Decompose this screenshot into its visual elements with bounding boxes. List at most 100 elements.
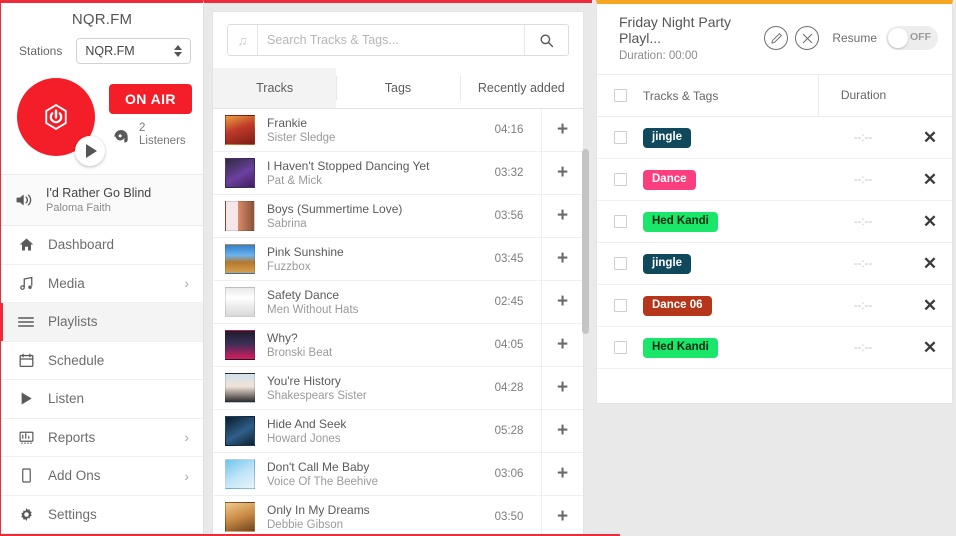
search-icon <box>539 33 554 48</box>
row-tag-cell: Dance 06 <box>643 295 818 316</box>
remove-row-button[interactable]: ✕ <box>908 128 952 148</box>
add-track-button[interactable]: + <box>541 195 583 237</box>
calendar-icon <box>17 353 35 368</box>
track-title: Hide And Seek <box>267 417 477 431</box>
add-track-button[interactable]: + <box>541 152 583 194</box>
track-row[interactable]: Only In My DreamsDebbie Gibson03:50+ <box>213 496 583 536</box>
remove-row-button[interactable]: ✕ <box>908 170 952 190</box>
track-list[interactable]: FrankieSister Sledge04:16+I Haven't Stop… <box>213 109 583 536</box>
station-select[interactable]: NQR.FM <box>76 38 191 64</box>
sidebar-item-listen[interactable]: Listen <box>1 380 203 419</box>
sidebar-item-dashboard[interactable]: Dashboard <box>1 226 203 265</box>
sidebar-item-label: Settings <box>48 507 176 522</box>
now-playing-artist: Paloma Faith <box>46 202 151 214</box>
track-list-scrollbar[interactable] <box>582 149 589 334</box>
tab-tracks[interactable]: Tracks <box>213 68 336 108</box>
remove-row-button[interactable]: ✕ <box>908 338 952 358</box>
add-track-button[interactable]: + <box>541 238 583 280</box>
track-row[interactable]: Safety DanceMen Without Hats02:45+ <box>213 281 583 324</box>
row-tag-cell: jingle <box>643 127 818 148</box>
now-playing-text: I'd Rather Go Blind Paloma Faith <box>46 186 151 214</box>
select-all-checkbox[interactable] <box>614 89 627 102</box>
track-row[interactable]: FrankieSister Sledge04:16+ <box>213 109 583 152</box>
track-row[interactable]: Don't Call Me BabyVoice Of The Beehive03… <box>213 453 583 496</box>
tag-badge[interactable]: Hed Kandi <box>643 338 718 358</box>
add-track-button[interactable]: + <box>541 496 583 536</box>
listeners-block: 2 Listeners <box>111 122 186 148</box>
add-track-button[interactable]: + <box>541 281 583 323</box>
on-air-block: ON AIR 2 Listeners <box>1 74 203 174</box>
sidebar-item-playlists[interactable]: Playlists <box>1 303 203 342</box>
tag-badge[interactable]: jingle <box>643 128 691 148</box>
row-tag-cell: jingle <box>643 253 818 274</box>
clear-playlist-button[interactable] <box>795 26 819 50</box>
track-artist: Voice Of The Beehive <box>267 476 477 488</box>
track-row[interactable]: Why?Bronski Beat04:05+ <box>213 324 583 367</box>
tag-badge[interactable]: jingle <box>643 254 691 274</box>
tab-tags[interactable]: Tags <box>336 68 459 108</box>
mobile-icon <box>17 468 35 483</box>
track-artist: Shakespears Sister <box>267 390 477 402</box>
row-checkbox[interactable] <box>614 299 627 312</box>
playlist-row[interactable]: jingle--:--✕ <box>597 117 952 159</box>
track-meta: Safety DanceMen Without Hats <box>255 288 477 316</box>
on-air-button[interactable]: ON AIR <box>109 84 192 114</box>
sidebar-item-settings[interactable]: Settings <box>1 496 203 535</box>
track-row[interactable]: You're HistoryShakespears Sister04:28+ <box>213 367 583 410</box>
track-row[interactable]: I Haven't Stopped Dancing YetPat & Mick0… <box>213 152 583 195</box>
remove-row-button[interactable]: ✕ <box>908 296 952 316</box>
music-note-icon: ♫ <box>228 25 258 55</box>
tag-badge[interactable]: Hed Kandi <box>643 212 718 232</box>
track-meta: FrankieSister Sledge <box>255 116 477 144</box>
sidebar-item-schedule[interactable]: Schedule <box>1 342 203 381</box>
tag-badge[interactable]: Dance 06 <box>643 296 712 316</box>
playlist-row[interactable]: Dance 06--:--✕ <box>597 285 952 327</box>
track-title: Safety Dance <box>267 288 477 302</box>
column-tracks-tags: Tracks & Tags <box>643 89 818 103</box>
add-track-button[interactable]: + <box>541 367 583 409</box>
edit-playlist-button[interactable] <box>764 26 788 50</box>
row-checkbox[interactable] <box>614 173 627 186</box>
sidebar-item-label: Reports <box>48 430 171 445</box>
add-track-button[interactable]: + <box>541 453 583 495</box>
search-input[interactable] <box>258 25 524 55</box>
track-row[interactable]: Pink SunshineFuzzbox03:45+ <box>213 238 583 281</box>
sidebar-item-reports[interactable]: Reports› <box>1 419 203 458</box>
row-checkbox[interactable] <box>614 215 627 228</box>
track-row[interactable]: Hide And SeekHoward Jones05:28+ <box>213 410 583 453</box>
add-track-button[interactable]: + <box>541 410 583 452</box>
tag-badge[interactable]: Dance <box>643 170 696 190</box>
spinner-arrows-icon[interactable] <box>174 45 182 57</box>
add-track-button[interactable]: + <box>541 109 583 151</box>
play-icon <box>17 391 35 406</box>
library-card: ♫ TracksTagsRecently added FrankieSister… <box>212 11 584 536</box>
add-track-button[interactable]: + <box>541 324 583 366</box>
remove-row-button[interactable]: ✕ <box>908 212 952 232</box>
row-checkbox[interactable] <box>614 131 627 144</box>
playlist-row[interactable]: jingle --:--✕ <box>597 243 952 285</box>
remove-row-button[interactable]: ✕ <box>908 254 952 274</box>
track-meta: You're HistoryShakespears Sister <box>255 374 477 402</box>
play-button[interactable] <box>75 136 105 166</box>
row-duration: --:-- <box>818 258 908 270</box>
row-checkbox[interactable] <box>614 257 627 270</box>
track-artist: Howard Jones <box>267 433 477 445</box>
track-title: Don't Call Me Baby <box>267 460 477 474</box>
search-button[interactable] <box>524 25 568 55</box>
track-duration: 04:28 <box>477 382 541 394</box>
track-artist: Sabrina <box>267 218 477 230</box>
search-box: ♫ <box>227 24 569 56</box>
playlist-duration: Duration: 00:00 <box>619 50 757 62</box>
tab-recently-added[interactable]: Recently added <box>460 68 583 108</box>
playlist-row[interactable]: Dance--:--✕ <box>597 159 952 201</box>
resume-toggle[interactable]: OFF <box>886 26 938 50</box>
track-meta: Boys (Summertime Love)Sabrina <box>255 202 477 230</box>
playlist-row[interactable]: Hed Kandi--:--✕ <box>597 327 952 369</box>
sidebar-item-media[interactable]: Media› <box>1 265 203 304</box>
now-playing[interactable]: I'd Rather Go Blind Paloma Faith <box>1 174 203 226</box>
sidebar-item-add-ons[interactable]: Add Ons› <box>1 457 203 496</box>
playlist-row[interactable]: Hed Kandi--:--✕ <box>597 201 952 243</box>
track-row[interactable]: Boys (Summertime Love)Sabrina03:56+ <box>213 195 583 238</box>
row-checkbox[interactable] <box>614 341 627 354</box>
sidebar-item-label: Add Ons <box>48 468 171 483</box>
